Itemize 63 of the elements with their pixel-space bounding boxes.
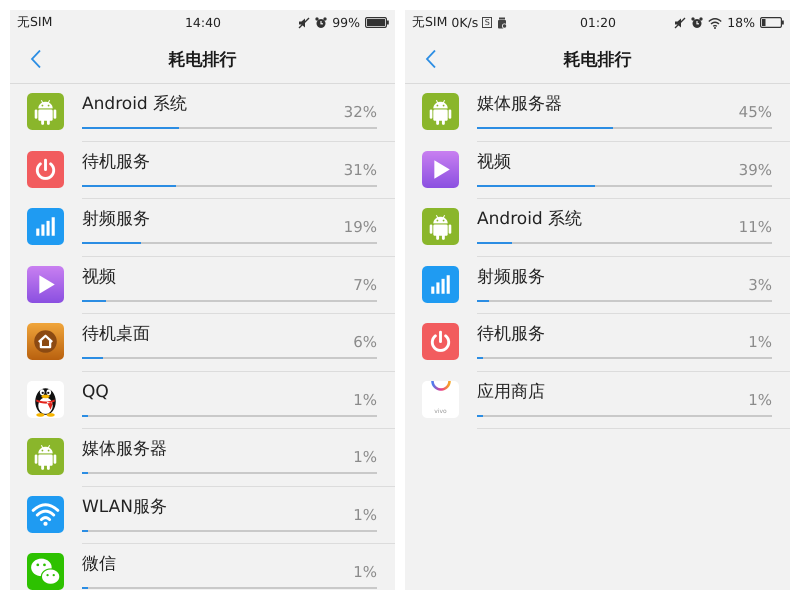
alarm-clock-icon (691, 16, 704, 28)
muted-speaker-icon (298, 16, 310, 28)
usage-percent: 19% (344, 218, 377, 236)
app-name: 射频服务 (82, 208, 150, 230)
usage-percent: 11% (738, 218, 772, 236)
usage-percent: 32% (344, 103, 377, 121)
app-name: 媒体服务器 (82, 438, 167, 460)
usage-percent: 3% (748, 276, 772, 294)
status-text: 无SIM (412, 14, 448, 31)
app-name: 射频服务 (477, 266, 545, 288)
android-icon (422, 93, 459, 130)
usage-percent: 45% (738, 103, 772, 121)
muted-speaker-icon (674, 16, 686, 28)
android-icon (27, 438, 64, 475)
app-name: 视频 (82, 266, 116, 288)
screen-title: 耗电排行 (564, 48, 632, 70)
alarm-clock-icon (315, 16, 328, 28)
app-name: WLAN服务 (82, 496, 168, 518)
android-icon (422, 208, 459, 245)
battery-percent: 18% (727, 15, 755, 30)
app-name: QQ (82, 380, 109, 402)
jar-icon (496, 16, 508, 28)
back-chevron-icon (425, 49, 437, 69)
usage-percent: 1% (353, 506, 377, 524)
arc-icon (430, 380, 450, 392)
signal-bars-icon (27, 208, 64, 245)
play-icon (422, 150, 459, 188)
usage-percent: 1% (353, 390, 377, 408)
android-icon (27, 93, 64, 130)
app-name: Android 系统 (477, 208, 582, 230)
house-icon (27, 323, 64, 360)
penguin-icon (27, 380, 64, 418)
wifi-icon (708, 16, 722, 28)
usage-percent: 1% (353, 448, 377, 466)
play-icon (27, 266, 64, 302)
power-icon (27, 150, 64, 188)
usage-percent: 31% (344, 160, 377, 178)
usage-percent: 7% (353, 276, 377, 294)
status-time: 01:20 (580, 15, 616, 30)
app-name: 应用商店 (477, 380, 545, 402)
app-name: 媒体服务器 (477, 93, 562, 115)
usage-percent: 1% (748, 333, 772, 351)
power-icon (422, 323, 459, 360)
app-name: Android 系统 (82, 93, 188, 115)
status-time: 14:40 (184, 15, 222, 30)
screen-title: 耗电排行 (168, 48, 236, 70)
chat-bubbles-icon (27, 553, 64, 590)
status-text: 无SIM (17, 14, 52, 31)
status-text: 0K/s (451, 15, 478, 30)
app-name: 视频 (477, 150, 511, 172)
app-name: 待机桌面 (82, 323, 150, 345)
app-name: 微信 (82, 553, 116, 575)
battery-percent: 99% (332, 15, 360, 30)
usage-percent: 39% (738, 160, 772, 178)
usage-percent: 1% (353, 563, 377, 581)
status-badge: S (482, 17, 492, 28)
wifi-icon (27, 496, 64, 532)
signal-bars-icon (422, 266, 459, 302)
app-name: 待机服务 (477, 323, 545, 345)
back-chevron-icon (30, 49, 42, 69)
app-name: 待机服务 (82, 150, 150, 172)
usage-percent: 1% (748, 390, 772, 408)
usage-percent: 6% (353, 333, 377, 351)
